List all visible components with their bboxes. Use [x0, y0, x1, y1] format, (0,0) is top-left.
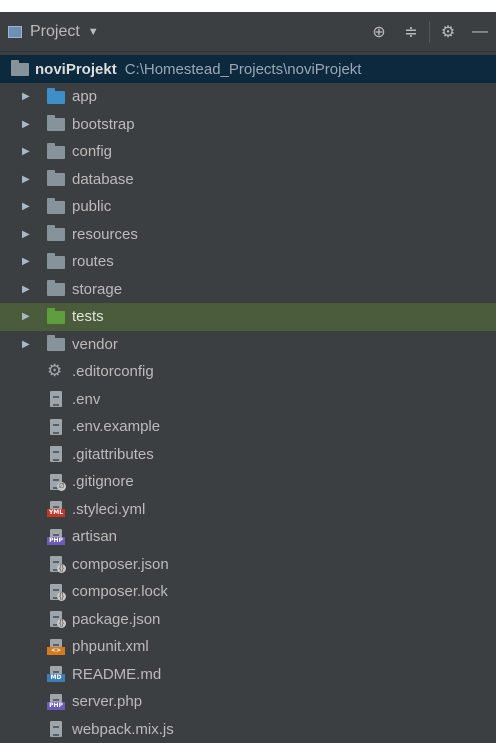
- folder-icon: [47, 226, 65, 242]
- folder-row[interactable]: ▶ config: [0, 138, 496, 166]
- file-row[interactable]: ⚙ .editorconfig: [0, 358, 496, 386]
- item-label: tests: [72, 308, 104, 325]
- folder-row[interactable]: ▶ app: [0, 83, 496, 111]
- folder-row[interactable]: ▶ database: [0, 166, 496, 194]
- expand-arrow-icon[interactable]: ▶: [22, 201, 32, 212]
- item-label: server.php: [72, 693, 142, 710]
- file-row[interactable]: <> phpunit.xml: [0, 633, 496, 661]
- file-row[interactable]: {} composer.json: [0, 551, 496, 579]
- expand-arrow-icon[interactable]: ▶: [22, 119, 32, 130]
- expand-arrow-icon[interactable]: ▶: [22, 229, 32, 240]
- expand-arrow-icon[interactable]: ▶: [22, 146, 32, 157]
- expand-arrow-icon[interactable]: ▶: [22, 311, 32, 322]
- tree-root-row[interactable]: noviProjekt C:\Homestead_Projects\noviPro…: [0, 55, 496, 83]
- file-row[interactable]: YML .styleci.yml: [0, 496, 496, 524]
- settings-gear-icon[interactable]: ⚙: [432, 12, 464, 52]
- folder-icon: [47, 199, 65, 215]
- item-label: app: [72, 88, 97, 105]
- item-label: routes: [72, 253, 114, 270]
- expand-arrow-icon[interactable]: ▶: [22, 174, 32, 185]
- folder-icon: [47, 309, 65, 325]
- item-label: .gitignore: [72, 473, 134, 490]
- tree-items: ▶ app ▶ bootstrap ▶ config ▶ database ▶ public ▶ re…: [0, 83, 496, 743]
- yml-file-icon: YML: [47, 501, 65, 517]
- project-panel-header: Project ▼ ⊕ ≑ ⚙ —: [0, 12, 496, 52]
- root-path: C:\Homestead_Projects\noviProjekt: [125, 61, 362, 78]
- item-label: composer.lock: [72, 583, 168, 600]
- expand-arrow-icon[interactable]: ▶: [22, 91, 32, 102]
- folder-row[interactable]: ▶ tests: [0, 303, 496, 331]
- item-label: .editorconfig: [72, 363, 154, 380]
- project-panel-icon: [8, 26, 22, 38]
- locate-file-icon[interactable]: ⊕: [363, 12, 395, 52]
- window-top-strip: [0, 0, 496, 12]
- expand-arrow-icon[interactable]: ▶: [22, 339, 32, 350]
- file-row[interactable]: PHP server.php: [0, 688, 496, 716]
- panel-toolbar: ⊕ ≑ ⚙ —: [363, 12, 496, 51]
- folder-row[interactable]: ▶ bootstrap: [0, 111, 496, 139]
- folder-row[interactable]: ▶ storage: [0, 276, 496, 304]
- php-file-icon: PHP: [47, 529, 65, 545]
- folder-icon: [47, 171, 65, 187]
- php-file-icon: PHP: [47, 694, 65, 710]
- file-row[interactable]: .env: [0, 386, 496, 414]
- project-tree: noviProjekt C:\Homestead_Projects\noviPro…: [0, 55, 496, 743]
- folder-row[interactable]: ▶ routes: [0, 248, 496, 276]
- json-file-icon: {}: [47, 556, 65, 572]
- item-label: README.md: [72, 666, 161, 683]
- item-label: bootstrap: [72, 116, 135, 133]
- item-label: .styleci.yml: [72, 501, 145, 518]
- text-file-icon: [47, 446, 65, 462]
- text-file-icon: [47, 419, 65, 435]
- item-label: resources: [72, 226, 138, 243]
- expand-arrow-icon[interactable]: ▶: [22, 284, 32, 295]
- expand-arrow-icon[interactable]: ▶: [22, 256, 32, 267]
- folder-icon: [47, 281, 65, 297]
- item-label: .gitattributes: [72, 446, 154, 463]
- file-row[interactable]: webpack.mix.js: [0, 716, 496, 743]
- folder-icon: [47, 144, 65, 160]
- item-label: package.json: [72, 611, 160, 628]
- json-file-icon: {}: [47, 611, 65, 627]
- item-label: phpunit.xml: [72, 638, 149, 655]
- folder-row[interactable]: ▶ resources: [0, 221, 496, 249]
- file-row[interactable]: ∅ .gitignore: [0, 468, 496, 496]
- item-label: database: [72, 171, 134, 188]
- item-label: storage: [72, 281, 122, 298]
- folder-icon: [47, 254, 65, 270]
- toolbar-divider: [429, 21, 430, 43]
- root-name: noviProjekt: [35, 61, 117, 78]
- file-row[interactable]: .env.example: [0, 413, 496, 441]
- item-label: public: [72, 198, 111, 215]
- root-folder-icon: [11, 61, 29, 77]
- file-row[interactable]: PHP artisan: [0, 523, 496, 551]
- item-label: composer.json: [72, 556, 169, 573]
- item-label: .env: [72, 391, 100, 408]
- folder-row[interactable]: ▶ public: [0, 193, 496, 221]
- folder-row[interactable]: ▶ vendor: [0, 331, 496, 359]
- xml-file-icon: <>: [47, 639, 65, 655]
- gitignore-file-icon: ∅: [47, 474, 65, 490]
- file-row[interactable]: {} composer.lock: [0, 578, 496, 606]
- item-label: config: [72, 143, 112, 160]
- folder-icon: [47, 336, 65, 352]
- folder-icon: [47, 89, 65, 105]
- file-row[interactable]: .gitattributes: [0, 441, 496, 469]
- item-label: vendor: [72, 336, 118, 353]
- md-file-icon: MD: [47, 666, 65, 682]
- item-label: artisan: [72, 528, 117, 545]
- file-row[interactable]: MD README.md: [0, 661, 496, 689]
- panel-title[interactable]: Project: [30, 23, 80, 41]
- file-row[interactable]: {} package.json: [0, 606, 496, 634]
- collapse-all-icon[interactable]: ≑: [395, 12, 427, 52]
- text-file-icon: [47, 391, 65, 407]
- item-label: webpack.mix.js: [72, 721, 174, 738]
- item-label: .env.example: [72, 418, 160, 435]
- view-dropdown-icon[interactable]: ▼: [88, 26, 99, 38]
- folder-icon: [47, 116, 65, 132]
- hide-panel-icon[interactable]: —: [464, 12, 496, 52]
- gear-file-icon: ⚙: [47, 364, 65, 380]
- json-file-icon: {}: [47, 584, 65, 600]
